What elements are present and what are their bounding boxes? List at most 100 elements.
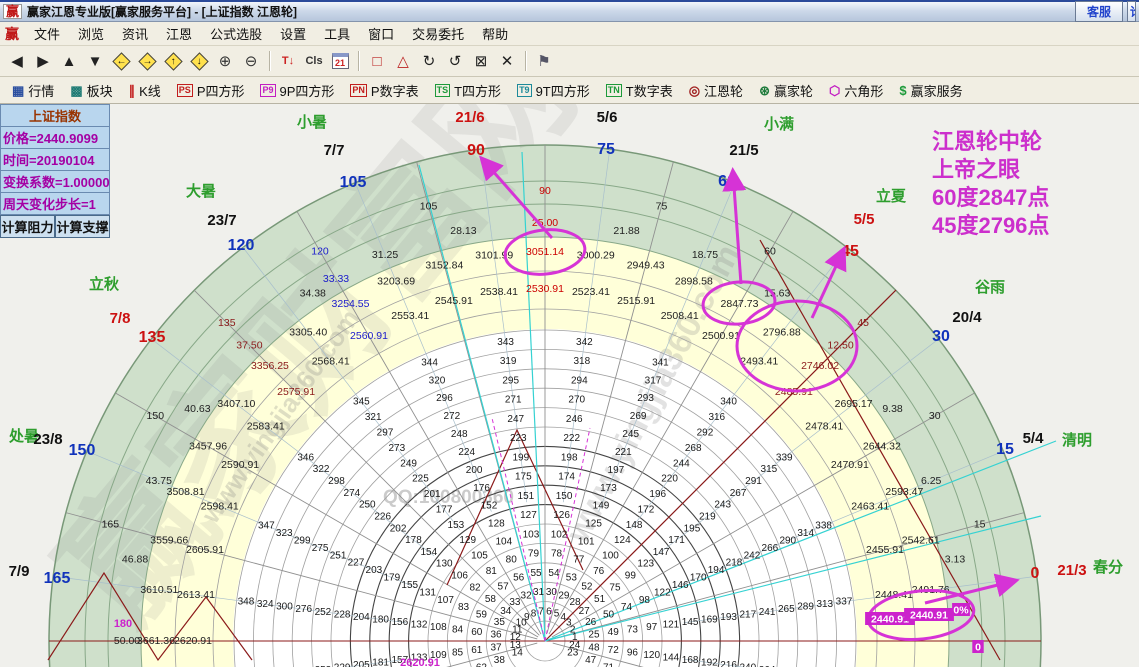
svg-text:217: 217	[740, 609, 757, 620]
tab-9T四方形-icon: T9	[517, 83, 532, 97]
svg-text:318: 318	[573, 356, 590, 367]
tab-T数字表[interactable]: TN T数字表	[598, 78, 681, 102]
fullscreen-icon[interactable]: ⊠	[468, 49, 494, 73]
menu-item-公式选股[interactable]: 公式选股	[201, 21, 271, 46]
nav-up-icon[interactable]: ▲	[56, 49, 82, 73]
tab-P数字表[interactable]: PN P数字表	[342, 78, 426, 102]
forum-button[interactable]: 论坛	[1127, 1, 1136, 22]
svg-text:165: 165	[44, 570, 71, 587]
svg-text:3559.66: 3559.66	[150, 534, 188, 546]
svg-text:175: 175	[515, 472, 532, 483]
menu-item-帮助[interactable]: 帮助	[473, 21, 517, 46]
menu-item-资讯[interactable]: 资讯	[113, 21, 157, 46]
nav-down-icon[interactable]: ▼	[82, 49, 108, 73]
zoom-in-icon[interactable]: ⊕	[212, 49, 238, 73]
svg-text:247: 247	[507, 414, 524, 425]
svg-text:77: 77	[573, 555, 585, 566]
svg-text:193: 193	[720, 612, 737, 623]
calendar-icon[interactable]: 21	[327, 49, 353, 73]
rotate-ccw-icon[interactable]: ↺	[442, 49, 468, 73]
tab-赢家服务[interactable]: $ 赢家服务	[891, 78, 970, 102]
svg-text:37.50: 37.50	[236, 339, 262, 351]
calc-resistance-button[interactable]: 计算阻力	[0, 215, 55, 238]
tab-江恩轮[interactable]: ◎ 江恩轮	[681, 78, 751, 102]
tab-P四方形[interactable]: PS P四方形	[169, 78, 253, 102]
svg-text:120: 120	[643, 650, 660, 661]
tab-label: 板块	[86, 83, 113, 99]
svg-text:292: 292	[697, 428, 714, 439]
svg-text:85: 85	[452, 648, 464, 659]
tab-9P四方形[interactable]: P9 9P四方形	[252, 78, 342, 102]
tab-T四方形[interactable]: TS T四方形	[427, 78, 509, 102]
svg-text:147: 147	[653, 547, 670, 558]
svg-text:196: 196	[649, 489, 666, 500]
pan-up-icon[interactable]: ↑	[160, 49, 186, 73]
cls-icon[interactable]: Cls	[301, 49, 327, 73]
center-view-icon[interactable]: ✕	[494, 49, 520, 73]
svg-text:323: 323	[276, 528, 293, 539]
tab-六角形[interactable]: ⬡ 六角形	[821, 78, 891, 102]
svg-text:40.63: 40.63	[184, 403, 210, 415]
svg-text:2568.41: 2568.41	[312, 356, 350, 368]
nav-right-icon[interactable]: ▶	[30, 49, 56, 73]
svg-text:98: 98	[639, 595, 651, 606]
customer-service-button[interactable]: 客服	[1074, 1, 1123, 22]
svg-text:0: 0	[1031, 565, 1040, 582]
svg-text:2847.73: 2847.73	[721, 298, 759, 310]
zoom-out-icon[interactable]: ⊖	[238, 49, 264, 73]
menu-item-设置[interactable]: 设置	[271, 21, 315, 46]
svg-text:小暑: 小暑	[297, 113, 327, 131]
svg-text:2463.41: 2463.41	[851, 500, 889, 512]
menu-item-江恩[interactable]: 江恩	[157, 21, 201, 46]
svg-text:45: 45	[857, 317, 869, 329]
tab-K线[interactable]: ∥ K线	[121, 78, 169, 102]
t-down-icon[interactable]: T↓	[275, 49, 301, 73]
pan-right-icon[interactable]: →	[134, 49, 160, 73]
menu-item-交易委托[interactable]: 交易委托	[403, 21, 473, 46]
presentation-icon[interactable]: ⚑	[531, 49, 557, 73]
svg-text:126: 126	[553, 510, 570, 521]
pan-down-icon[interactable]: ↓	[186, 49, 212, 73]
svg-text:24: 24	[569, 640, 581, 651]
tab-赢家轮[interactable]: ⊛ 赢家轮	[751, 78, 821, 102]
svg-text:198: 198	[561, 452, 578, 463]
tab-P数字表-icon: PN	[350, 83, 367, 97]
menu-item-文件[interactable]: 文件	[25, 21, 69, 46]
calc-support-button[interactable]: 计算支撑	[55, 215, 110, 238]
annotation-note-line: 60度2847点	[932, 185, 1050, 210]
tab-行情[interactable]: ▦ 行情	[4, 78, 62, 102]
svg-text:47: 47	[585, 655, 597, 666]
svg-text:201: 201	[424, 489, 441, 500]
nav-left-icon[interactable]: ◀	[4, 49, 30, 73]
menu-item-窗口[interactable]: 窗口	[359, 21, 403, 46]
tab-板块[interactable]: ▩ 板块	[62, 78, 120, 102]
instrument-info-panel: 上证指数 价格=2440.9099 时间=20190104 变换系数=1.00000…	[0, 104, 110, 238]
svg-text:3.13: 3.13	[945, 553, 966, 565]
svg-text:266: 266	[762, 543, 779, 554]
svg-text:15: 15	[974, 519, 986, 531]
svg-text:317: 317	[645, 375, 662, 386]
triangle-tool-icon[interactable]: △	[390, 49, 416, 73]
svg-text:224: 224	[458, 447, 475, 458]
svg-text:37: 37	[490, 642, 502, 653]
rotate-cw-icon[interactable]: ↻	[416, 49, 442, 73]
svg-text:7/7: 7/7	[324, 142, 345, 159]
svg-text:120: 120	[311, 245, 329, 257]
square-tool-icon[interactable]: □	[364, 49, 390, 73]
svg-text:3254.55: 3254.55	[332, 298, 370, 310]
svg-text:267: 267	[730, 488, 747, 499]
menu-item-工具[interactable]: 工具	[315, 21, 359, 46]
svg-text:31.25: 31.25	[372, 249, 398, 261]
tab-9T四方形[interactable]: T9 9T四方形	[509, 78, 598, 102]
svg-text:222: 222	[563, 433, 580, 444]
svg-text:99: 99	[625, 570, 637, 581]
svg-text:242: 242	[744, 550, 761, 561]
svg-text:3051.14: 3051.14	[526, 246, 564, 258]
svg-text:131: 131	[419, 587, 436, 598]
svg-text:9.38: 9.38	[882, 403, 903, 415]
tab-T数字表-icon: TN	[605, 83, 622, 97]
svg-text:122: 122	[654, 587, 671, 598]
svg-text:130: 130	[436, 559, 453, 570]
pan-left-icon[interactable]: ←	[108, 49, 134, 73]
menu-item-浏览[interactable]: 浏览	[69, 21, 113, 46]
